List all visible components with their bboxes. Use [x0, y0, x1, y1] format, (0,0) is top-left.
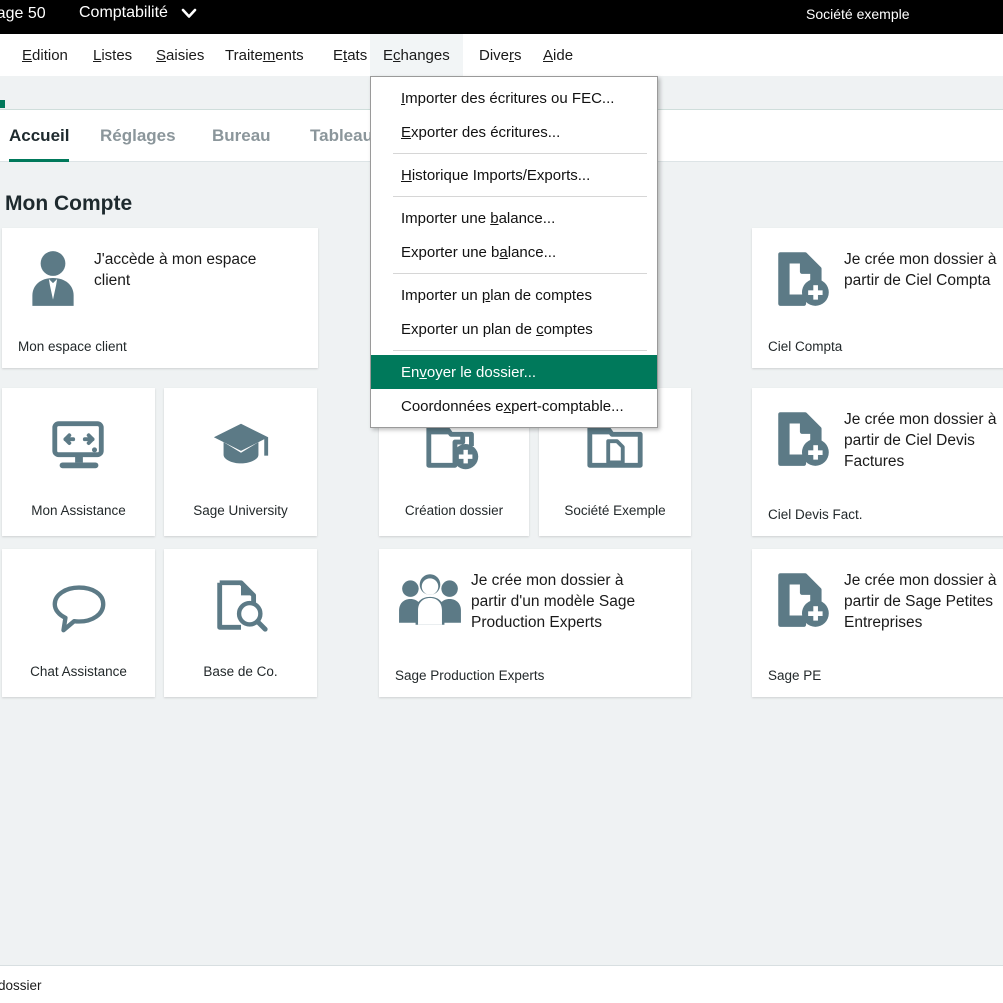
tile-label: Société Exemple	[564, 503, 666, 518]
menu-separator	[393, 350, 647, 351]
menu-item-label: Exporter une balance...	[401, 243, 557, 261]
menu-item-label: Importer un plan de comptes	[401, 286, 592, 304]
tile-headline: J'accède à mon espace client	[94, 251, 257, 289]
module-name-label: Comptabilité	[79, 4, 168, 21]
document-plus-icon	[770, 406, 836, 477]
menu-item-importer-des-critures-ou-fec[interactable]: Importer des écritures ou FEC...	[371, 81, 657, 115]
menu-item-label: Coordonnées expert-comptable...	[401, 397, 624, 415]
tile-caption: Sage PE	[768, 668, 822, 683]
document-search-icon	[164, 575, 317, 637]
document-plus-icon	[770, 567, 836, 638]
tab-label: Bureau	[212, 126, 271, 145]
echanges-dropdown-menu[interactable]: Importer des écritures ou FEC... Exporter…	[370, 76, 658, 428]
menu-item-exporter-un-plan-de-comptes[interactable]: Exporter un plan de comptes	[371, 312, 657, 346]
menu-listes[interactable]: Listes	[80, 34, 145, 76]
monitor-arrows-icon	[2, 414, 155, 476]
tab-label: Réglages	[100, 126, 176, 145]
menu-label: Divers	[479, 46, 522, 64]
menu-item-label: Importer des écritures ou FEC...	[401, 89, 615, 107]
menu-item-importer-une-balance[interactable]: Importer une balance...	[371, 201, 657, 235]
title-bar: Sage 50 Comptabilité Société exemple	[0, 0, 1003, 34]
menu-item-label: Exporter des écritures...	[401, 123, 561, 141]
company-name-label: Société exemple	[806, 6, 910, 22]
menu-saisies[interactable]: Saisies	[143, 34, 217, 76]
tile-mon-assistance[interactable]: Mon Assistance	[2, 388, 155, 536]
menu-item-envoyer-le-dossier[interactable]: Envoyer le dossier...	[371, 355, 657, 389]
menu-label: Edition	[22, 46, 68, 64]
toolbar-accent-marker	[0, 100, 5, 108]
menu-traitements[interactable]: Traitements	[212, 34, 317, 76]
menu-label: Etats	[333, 46, 368, 64]
person-tie-icon	[20, 246, 86, 317]
tile-caption: Mon espace client	[18, 339, 127, 354]
tab-label: Accueil	[9, 126, 70, 145]
menu-item-label: Exporter un plan de comptes	[401, 320, 593, 338]
tile-label: Sage University	[193, 503, 288, 518]
tile-caption: Sage Production Experts	[395, 668, 545, 683]
document-plus-icon	[770, 246, 836, 317]
speech-bubble-icon	[2, 575, 155, 637]
menu-label: Echanges	[383, 46, 450, 64]
tile-headline: Je crée mon dossier à partir de Sage Pet…	[844, 572, 997, 631]
tile-ciel-compta[interactable]: Je crée mon dossier à partir de Ciel Com…	[752, 228, 1003, 368]
tab-bureau[interactable]: Bureau	[212, 110, 271, 162]
tile-headline: Je crée mon dossier à partir de Ciel Dev…	[844, 411, 997, 470]
menu-label: Listes	[93, 46, 133, 64]
menu-item-coordonn-es-expert-comptable[interactable]: Coordonnées expert-comptable...	[371, 389, 657, 423]
tab-label: Tableau	[310, 126, 373, 145]
menu-separator	[393, 153, 647, 154]
menu-divers[interactable]: Divers	[466, 34, 535, 76]
menu-item-label: Importer une balance...	[401, 209, 556, 227]
menu-edition[interactable]: Edition	[9, 34, 81, 76]
menu-item-exporter-une-balance[interactable]: Exporter une balance...	[371, 235, 657, 269]
menu-aide[interactable]: Aide	[530, 34, 586, 76]
tile-headline: Je crée mon dossier à partir de Ciel Com…	[844, 251, 997, 289]
tab-rglages[interactable]: Réglages	[100, 110, 176, 162]
tile-sage-production-experts[interactable]: Je crée mon dossier à partir d'un modèle…	[379, 549, 691, 697]
tile-ciel-devis-factures[interactable]: Je crée mon dossier à partir de Ciel Dev…	[752, 388, 1003, 536]
tab-accueil[interactable]: Accueil	[9, 110, 70, 162]
tile-label: Base de Co.	[203, 664, 278, 679]
menu-separator	[393, 273, 647, 274]
tile-mon-espace-client[interactable]: J'accède à mon espace client Mon espace c…	[2, 228, 318, 368]
menu-label: Saisies	[156, 46, 205, 64]
menu-label: Aide	[543, 46, 574, 64]
menu-echanges[interactable]: Echanges	[370, 34, 463, 76]
tile-caption: Ciel Compta	[768, 339, 843, 354]
page-title: Mon Compte	[5, 192, 133, 215]
graduation-cap-icon	[164, 414, 317, 476]
tile-headline: Je crée mon dossier à partir d'un modèle…	[471, 572, 636, 631]
menu-item-label: Historique Imports/Exports...	[401, 166, 591, 184]
menu-item-label: Envoyer le dossier...	[401, 363, 537, 381]
tile-chat-assistance[interactable]: Chat Assistance	[2, 549, 155, 697]
tile-sage-petites-entreprises[interactable]: Je crée mon dossier à partir de Sage Pet…	[752, 549, 1003, 697]
tile-label: Création dossier	[404, 503, 504, 518]
app-name-label: Sage 50	[0, 5, 46, 22]
chevron-down-icon[interactable]	[178, 2, 200, 24]
menu-item-importer-un-plan-de-comptes[interactable]: Importer un plan de comptes	[371, 278, 657, 312]
tile-caption: Ciel Devis Fact.	[768, 507, 863, 522]
tile-sage-university[interactable]: Sage University	[164, 388, 317, 536]
tile-label: Mon Assistance	[31, 503, 126, 518]
tile-label: Chat Assistance	[30, 664, 127, 679]
menu-item-historique-imports-exports[interactable]: Historique Imports/Exports...	[371, 158, 657, 192]
status-bar-text: dossier	[0, 978, 42, 993]
menu-item-exporter-des-critures[interactable]: Exporter des écritures...	[371, 115, 657, 149]
tab-tableau[interactable]: Tableau	[310, 110, 373, 162]
menu-label: Traitements	[225, 46, 304, 64]
tile-base-de-connaissance[interactable]: Base de Co.	[164, 549, 317, 697]
people-group-icon	[397, 567, 463, 638]
menu-bar: Edition Listes Saisies Traitements Etats Echa…	[0, 34, 1003, 76]
menu-separator	[393, 196, 647, 197]
status-bar: dossier	[0, 965, 1003, 1003]
